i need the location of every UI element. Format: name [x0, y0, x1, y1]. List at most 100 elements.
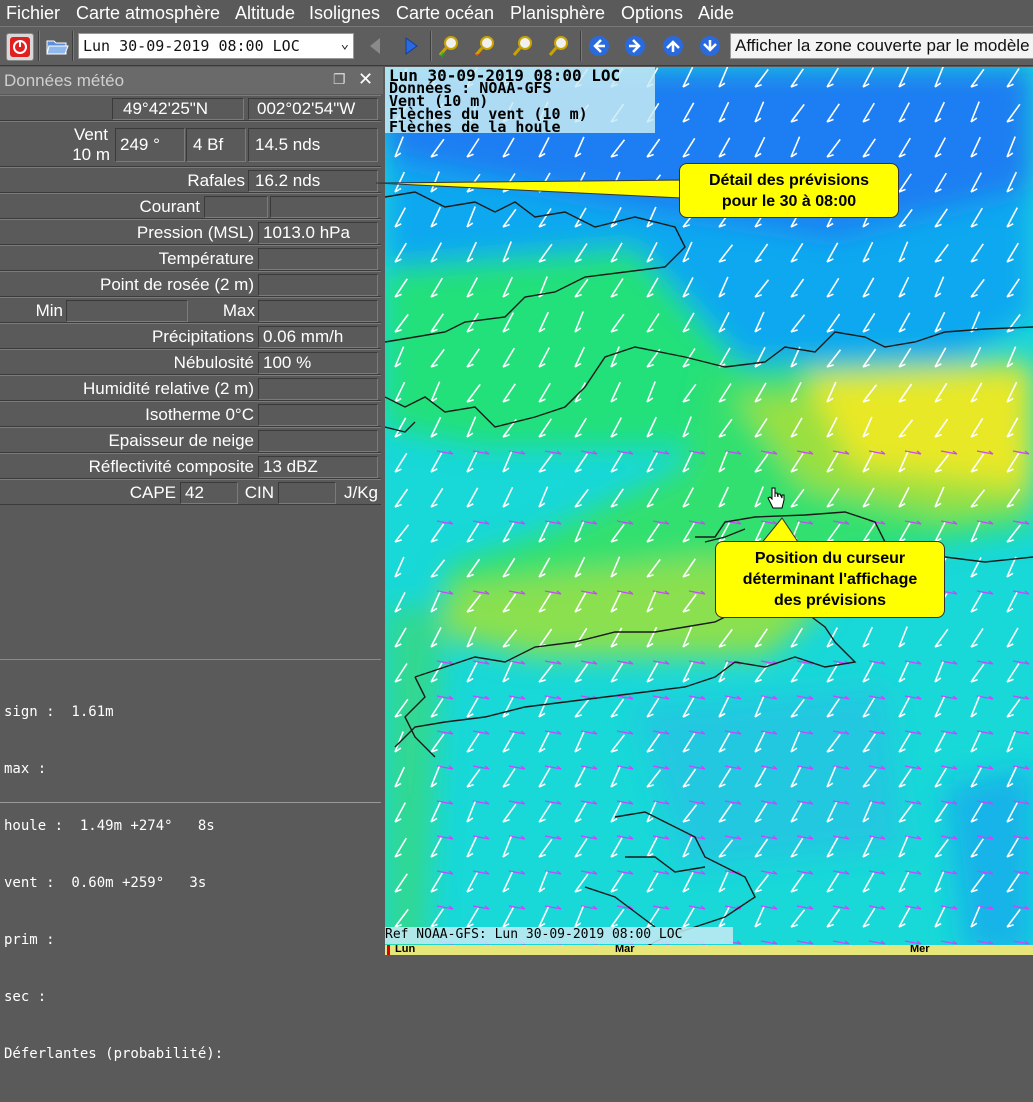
timeline-day-mer: Mer — [910, 945, 930, 955]
cloud-field: 100 % — [258, 352, 378, 374]
toolbar-separator — [38, 31, 40, 61]
close-icon[interactable]: ✕ — [358, 69, 373, 90]
wind-speed-field: 14.5 nds — [248, 128, 378, 162]
map-header-swell-arrows: Flèches de la houle — [389, 118, 561, 136]
open-folder-icon[interactable] — [44, 33, 70, 59]
snow-label: Epaisseur de neige — [108, 431, 254, 450]
isotherm-label: Isotherme 0°C — [145, 405, 254, 424]
menu-carte-atmosphere[interactable]: Carte atmosphère — [76, 3, 220, 24]
toolbar-separator — [580, 31, 582, 61]
dewpoint-field — [258, 274, 378, 296]
dewpoint-label: Point de rosée (2 m) — [99, 275, 254, 294]
current-field-1 — [204, 196, 268, 218]
max-label: Max — [222, 301, 255, 320]
reflectivity-field: 13 dBZ — [258, 456, 378, 478]
isotherm-row: Isotherme 0°C — [0, 401, 381, 427]
longitude-field: 002°02'54"W — [248, 98, 378, 120]
timeline-day-lun: Lun — [395, 945, 416, 955]
pressure-field: 1013.0 hPa — [258, 222, 378, 244]
power-icon[interactable] — [6, 33, 34, 61]
temperature-label: Température — [158, 249, 254, 268]
position-row: 49°42'25"N 002°02'54"W — [0, 95, 381, 121]
precip-label: Précipitations — [151, 327, 254, 346]
gusts-row: Rafales 16.2 nds — [0, 167, 381, 193]
isotherm-field — [258, 404, 378, 426]
forecast-detail-callout: Détail des prévisions pour le 30 à 08:00 — [679, 163, 899, 218]
callout-cursor-line1: Position du curseur — [754, 550, 906, 567]
min-label: Min — [35, 301, 63, 320]
cloud-row: Nébulosité 100 % — [0, 349, 381, 375]
panel-divider — [0, 659, 381, 660]
weather-data-panel: Données météo ❐ ✕ 49°42'25"N 002°02'54"W… — [0, 67, 383, 1062]
wind-height-label: 10 m — [72, 145, 110, 164]
gusts-label: Rafales — [187, 171, 245, 190]
menu-aide[interactable]: Aide — [698, 3, 734, 24]
pressure-label: Pression (MSL) — [136, 223, 254, 242]
svg-text:−: − — [474, 50, 482, 59]
wave-wind-line: vent : 0.60m +259° 3s — [4, 875, 207, 891]
snow-row: Epaisseur de neige — [0, 427, 381, 453]
menu-options[interactable]: Options — [621, 3, 683, 24]
humidity-label: Humidité relative (2 m) — [83, 379, 254, 398]
callout-detail-line1: Détail des prévisions — [708, 172, 870, 189]
max-field — [258, 300, 378, 322]
menu-altitude[interactable]: Altitude — [235, 3, 295, 24]
zoom-fit-icon[interactable] — [510, 33, 536, 59]
callout-cursor-line2: déterminant l'affichage — [742, 571, 918, 588]
wind-beaufort-field: 4 Bf — [186, 128, 246, 162]
float-panel-icon[interactable]: ❐ — [333, 71, 346, 88]
menu-fichier[interactable]: Fichier — [6, 3, 60, 24]
date-select[interactable]: Lun 30-09-2019 08:00 LOC ⌄ — [78, 33, 354, 59]
humidity-field — [258, 378, 378, 400]
zoom-in-icon[interactable]: + — [436, 33, 462, 61]
menu-isolignes[interactable]: Isolignes — [309, 3, 380, 24]
pan-down-icon[interactable] — [697, 33, 723, 59]
precip-row: Précipitations 0.06 mm/h — [0, 323, 381, 349]
minmax-row: Min Max — [0, 297, 381, 323]
temperature-row: Température — [0, 245, 381, 271]
pressure-row: Pression (MSL) 1013.0 hPa — [0, 219, 381, 245]
snow-field — [258, 430, 378, 452]
timeline-current-marker — [387, 945, 390, 955]
wave-breaking-line: Déferlantes (probabilité): — [4, 1046, 224, 1062]
cape-field: 42 — [180, 482, 238, 504]
menu-bar: Fichier Carte atmosphère Altitude Isolig… — [0, 0, 1033, 26]
cloud-label: Nébulosité — [173, 353, 254, 372]
map-header: Lun 30-09-2019 08:00 LOC Données : NOAA-… — [385, 67, 655, 136]
wind-direction-field: 249 ° — [115, 128, 185, 162]
toolbar: Lun 30-09-2019 08:00 LOC ⌄ + − Afficher … — [0, 26, 1033, 66]
current-label: Courant — [139, 197, 200, 216]
wave-info: sign : 1.61m max : houle : 1.49m +274° 8… — [4, 665, 223, 1102]
cursor-position-callout: Position du curseur déterminant l'affich… — [715, 541, 945, 618]
wave-swell-line: houle : 1.49m +274° 8s — [4, 818, 215, 834]
latitude-field: 49°42'25"N — [112, 98, 244, 120]
cin-label: CIN — [244, 483, 274, 502]
panel-title: Données météo — [4, 71, 125, 90]
wind-label: Vent — [73, 125, 108, 144]
next-time-icon[interactable] — [398, 33, 424, 59]
zoom-selection-icon[interactable] — [546, 33, 572, 59]
wind-row: Vent 10 m 249 ° 4 Bf 14.5 nds — [0, 121, 381, 167]
current-row: Courant — [0, 193, 381, 219]
show-model-zone-button[interactable]: Afficher la zone couverte par le modèle — [730, 33, 1033, 59]
menu-carte-ocean[interactable]: Carte océan — [396, 3, 494, 24]
pan-right-icon[interactable] — [622, 33, 648, 59]
reflectivity-label: Réflectivité composite — [88, 457, 254, 476]
menu-planisphere[interactable]: Planisphère — [510, 3, 605, 24]
reflectivity-row: Réflectivité composite 13 dBZ — [0, 453, 381, 479]
cape-label: CAPE — [129, 483, 176, 502]
wave-max-line: max : — [4, 761, 47, 777]
pan-left-icon[interactable] — [586, 33, 612, 59]
callout-cursor-line3: des prévisions — [773, 592, 887, 609]
cape-row: CAPE 42 CIN J/Kg — [0, 479, 381, 505]
wave-sign-line: sign : 1.61m — [4, 704, 114, 720]
toolbar-separator — [72, 31, 74, 61]
chevron-down-icon: ⌄ — [340, 36, 349, 52]
zoom-out-icon[interactable]: − — [472, 33, 498, 61]
timeline-bar[interactable]: Lun Mar Mer — [385, 945, 1033, 955]
date-select-value: Lun 30-09-2019 08:00 LOC — [83, 37, 300, 55]
callout-detail-line2: pour le 30 à 08:00 — [721, 193, 857, 210]
prev-time-icon[interactable] — [362, 33, 388, 59]
pan-up-icon[interactable] — [660, 33, 686, 59]
wave-prim-line: prim : — [4, 932, 55, 948]
